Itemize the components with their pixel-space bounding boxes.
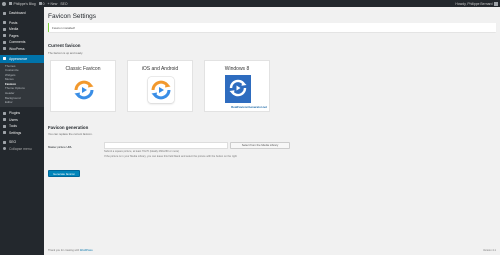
current-favicon-description: The favicon is up and ready.	[48, 51, 83, 55]
page-title: Favicon Settings	[48, 13, 97, 20]
classic-favicon-image	[71, 77, 97, 103]
plugin-icon	[3, 47, 6, 51]
favicon-logo-icon	[74, 80, 94, 100]
master-picture-label: Master picture URL	[48, 145, 73, 149]
media-library-button[interactable]: Select from the Media Library	[230, 142, 290, 149]
appearance-submenu: Themes Customize Widgets Menus Favicon T…	[0, 62, 44, 107]
wrench-icon	[3, 124, 6, 128]
comment-bubble-icon	[38, 2, 42, 5]
sidebar-item-appearance[interactable]: Appearance	[0, 55, 44, 63]
favicon-generation-description: You can replace the current favicon.	[48, 132, 93, 136]
preview-windows8: Windows 8 RealFaviconGenerator.net	[204, 60, 270, 112]
generate-favicon-button[interactable]: Generate favicon	[48, 170, 80, 177]
favicon-logo-white-icon	[229, 79, 247, 97]
page-icon	[3, 34, 6, 38]
admin-bar: Philippe's Blog 0 + New SEO Howdy, Philip…	[0, 0, 500, 7]
favicon-logo-icon	[151, 80, 171, 100]
collapse-icon	[3, 147, 6, 151]
seo-menu-link[interactable]: SEO	[60, 2, 67, 6]
collapse-menu-button[interactable]: Collapse menu	[0, 145, 44, 152]
preview-classic: Classic Favicon	[50, 60, 116, 112]
site-name-link[interactable]: Philippe's Blog	[9, 2, 36, 6]
user-icon	[3, 118, 6, 122]
master-picture-input[interactable]	[104, 142, 228, 149]
notice-text: Favicon installed!	[52, 25, 76, 30]
new-content-link[interactable]: + New	[48, 2, 58, 6]
rfg-credit-logo[interactable]: RealFaviconGenerator.net	[231, 105, 267, 109]
ios-favicon-image	[148, 77, 174, 103]
wordpress-link[interactable]: WordPress	[80, 249, 93, 252]
windows-tile-image	[225, 75, 251, 103]
comments-link[interactable]: 0	[38, 2, 45, 6]
settings-icon	[3, 131, 6, 135]
comment-icon	[3, 40, 6, 44]
current-favicon-heading: Current favicon	[48, 43, 81, 48]
wordpress-logo-icon[interactable]	[2, 1, 6, 6]
plus-icon: +	[47, 1, 50, 6]
media-icon	[3, 27, 6, 31]
admin-sidebar: Dashboard Posts Media Pages Comments Woo…	[0, 7, 44, 255]
plugin-icon	[3, 111, 6, 115]
preview-title: Classic Favicon	[65, 66, 101, 72]
account-menu[interactable]: Howdy, Philippe Bernard	[455, 1, 498, 6]
master-picture-hint: Submit a square picture, at least 70x70 …	[104, 150, 180, 153]
preview-title: Windows 8	[224, 66, 250, 72]
footer-credit: Thank you for creating with WordPress	[48, 249, 93, 252]
footer-version: Version 4.1	[483, 249, 496, 252]
avatar	[494, 1, 498, 6]
pin-icon	[3, 21, 6, 25]
success-notice: Favicon installed!	[48, 23, 496, 32]
master-picture-hint-secondary: If the picture is in your Media Library,…	[104, 155, 237, 158]
main-content: Favicon Settings Favicon installed! Curr…	[48, 7, 496, 255]
favicon-generation-heading: Favicon generation	[48, 125, 89, 130]
dashboard-icon	[3, 11, 6, 15]
submenu-item-editor[interactable]: Editor	[0, 100, 44, 105]
brush-icon	[3, 57, 6, 61]
home-icon	[9, 2, 12, 5]
preview-title: iOS and Android	[141, 66, 179, 72]
preview-ios-android: iOS and Android	[127, 60, 193, 112]
seo-icon	[3, 140, 6, 144]
